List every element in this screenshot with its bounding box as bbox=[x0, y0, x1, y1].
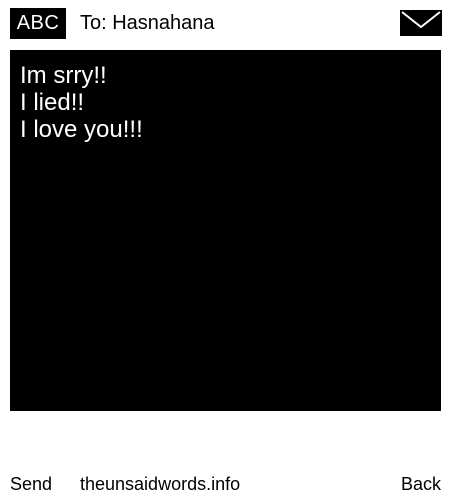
message-line: Im srry!! bbox=[20, 62, 107, 89]
input-mode-indicator: ABC bbox=[10, 8, 66, 39]
send-button[interactable]: Send bbox=[10, 472, 52, 496]
compose-header: ABC To: Hasnahana bbox=[0, 0, 450, 46]
site-link[interactable]: theunsaidwords.info bbox=[80, 472, 240, 496]
envelope-icon bbox=[400, 10, 442, 36]
compose-screen: ABC To: Hasnahana Im srry!! I lied!! I l… bbox=[0, 0, 450, 500]
message-body[interactable]: Im srry!! I lied!! I love you!!! bbox=[10, 50, 441, 411]
message-line: I lied!! bbox=[20, 89, 85, 116]
message-line: I love you!!! bbox=[20, 116, 143, 143]
recipient-field[interactable]: To: Hasnahana bbox=[80, 9, 215, 37]
back-button[interactable]: Back bbox=[401, 472, 441, 496]
